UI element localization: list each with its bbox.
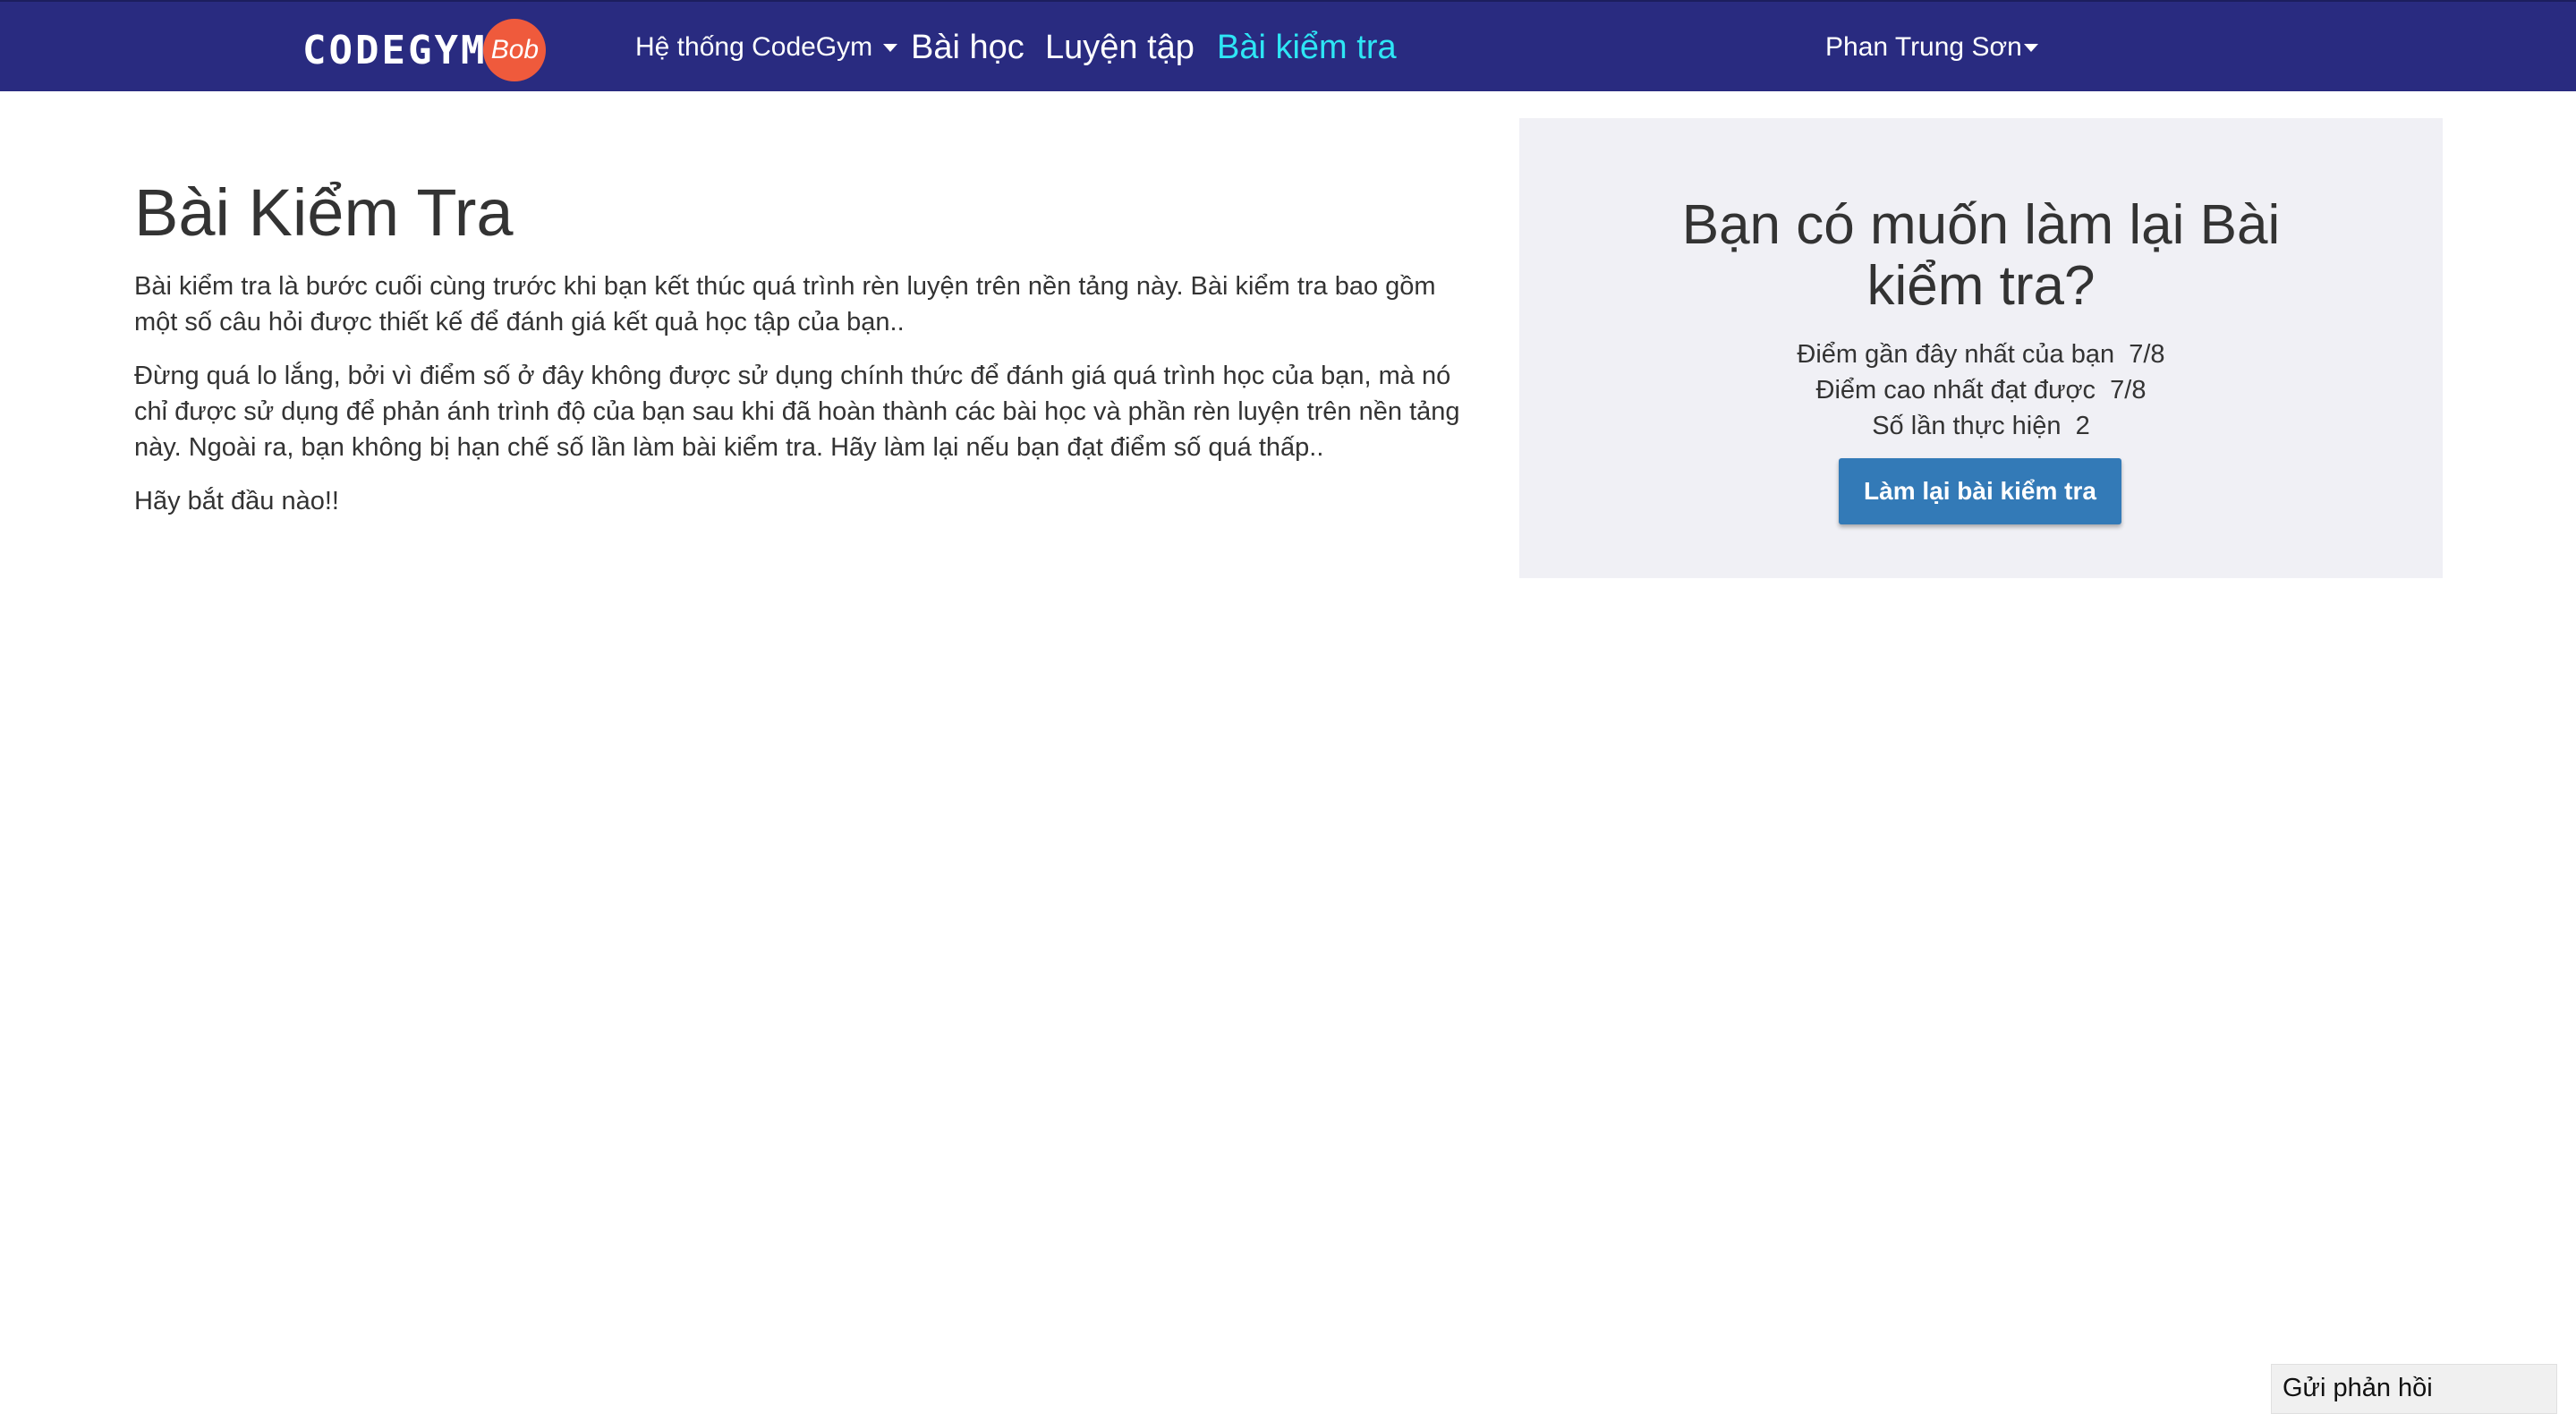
retry-test-panel: Bạn có muốn làm lại Bài kiểm tra? Điểm g…: [1519, 118, 2443, 578]
score-stats: Điểm gần đây nhất của bạn 7/8 Điểm cao n…: [1519, 336, 2443, 444]
nav-system-label: Hệ thống CodeGym: [635, 32, 873, 62]
nav-lessons[interactable]: Bài học: [911, 2, 1024, 93]
nav-practice-label: Luyện tập: [1045, 28, 1194, 66]
nav-tests[interactable]: Bài kiểm tra: [1217, 2, 1397, 93]
attempts-value: 2: [2075, 412, 2090, 440]
logo-badge: Bob: [483, 19, 547, 81]
intro-paragraph-1: Bài kiểm tra là bước cuối cùng trước khi…: [134, 272, 1436, 336]
best-score-row: Điểm cao nhất đạt được 7/8: [1519, 372, 2443, 408]
page-title: Bài Kiểm Tra: [134, 175, 514, 250]
user-name: Phan Trung Sơn: [1825, 32, 2022, 62]
retry-panel-title: Bạn có muốn làm lại Bài kiểm tra?: [1681, 194, 2281, 317]
nav-system-dropdown[interactable]: Hệ thống CodeGym: [635, 2, 898, 93]
user-menu-dropdown[interactable]: Phan Trung Sơn: [1825, 2, 2038, 93]
logo-text: CODEGYM: [302, 27, 488, 73]
intro-paragraph-2: Đừng quá lo lắng, bởi vì điểm số ở đây k…: [134, 362, 1460, 462]
retry-test-button[interactable]: Làm lại bài kiểm tra: [1839, 458, 2121, 524]
latest-score-value: 7/8: [2129, 340, 2165, 369]
best-score-label: Điểm cao nhất đạt được: [1815, 376, 2096, 405]
send-feedback-button[interactable]: Gửi phản hồi: [2271, 1364, 2557, 1414]
attempts-label: Số lần thực hiện: [1872, 412, 2062, 440]
chevron-down-icon: [2023, 43, 2038, 52]
test-intro-section: Bài Kiểm Tra Bài kiểm tra là bước cuối c…: [134, 170, 1476, 537]
best-score-value: 7/8: [2110, 376, 2147, 405]
codegym-logo[interactable]: CODEGYM Bob: [302, 19, 547, 81]
intro-paragraph-3: Hãy bắt đầu nào!!: [134, 487, 339, 515]
nav-lessons-label: Bài học: [911, 28, 1024, 66]
top-navbar: CODEGYM Bob Hệ thống CodeGym Bài học Luy…: [0, 0, 2576, 91]
nav-tests-label: Bài kiểm tra: [1217, 28, 1397, 66]
nav-practice[interactable]: Luyện tập: [1045, 2, 1194, 93]
latest-score-row: Điểm gần đây nhất của bạn 7/8: [1519, 336, 2443, 372]
attempts-row: Số lần thực hiện 2: [1519, 408, 2443, 444]
chevron-down-icon: [883, 43, 898, 52]
latest-score-label: Điểm gần đây nhất của bạn: [1797, 340, 2115, 369]
